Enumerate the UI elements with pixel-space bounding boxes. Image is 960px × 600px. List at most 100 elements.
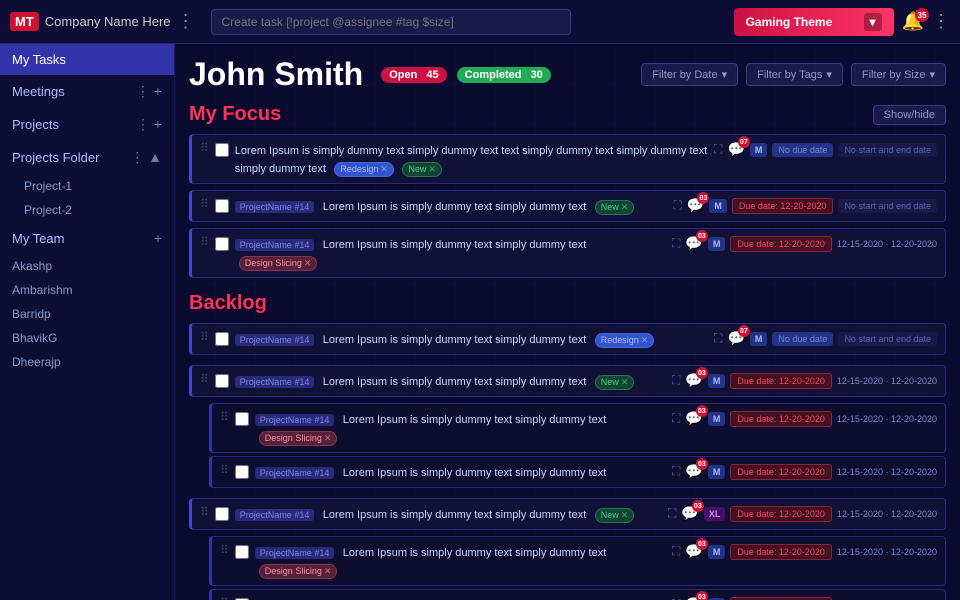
sidebar-item-my-team[interactable]: My Team + bbox=[0, 222, 174, 254]
comment-badge: 03 bbox=[696, 367, 708, 379]
task-checkbox[interactable] bbox=[215, 237, 229, 251]
expand-icon[interactable]: ⛶ bbox=[672, 544, 680, 559]
comment-icon[interactable]: 💬 03 bbox=[685, 235, 702, 252]
tag-close-icon[interactable]: ✕ bbox=[641, 335, 649, 346]
drag-handle-icon[interactable]: ⠿ bbox=[200, 235, 209, 249]
task-row-sub: ⠿ ProjectName #14 Lorem Ipsum is simply … bbox=[209, 456, 946, 488]
my-focus-title: My Focus bbox=[189, 103, 281, 126]
sidebar-team-add-icon[interactable]: + bbox=[154, 230, 162, 246]
comment-icon[interactable]: 💬 03 bbox=[685, 596, 702, 600]
tag-close-icon[interactable]: ✕ bbox=[324, 566, 332, 577]
drag-handle-icon[interactable]: ⠿ bbox=[200, 330, 209, 344]
filter-date-button[interactable]: Filter by Date ▾ bbox=[641, 63, 738, 86]
sidebar-item-projects[interactable]: Projects ⋮ + bbox=[0, 108, 174, 141]
due-date-badge: Due date: 12-20-2020 bbox=[730, 544, 832, 560]
drag-handle-icon[interactable]: ⠿ bbox=[200, 372, 209, 386]
tag-redesign: Redesign ✕ bbox=[334, 162, 394, 177]
task-checkbox[interactable] bbox=[215, 332, 229, 346]
comment-badge: 03 bbox=[692, 500, 704, 512]
show-hide-button[interactable]: Show/hide bbox=[873, 105, 946, 125]
priority-badge: M bbox=[708, 374, 726, 388]
task-row: ⠿ ProjectName #14 Lorem Ipsum is simply … bbox=[189, 228, 946, 278]
drag-handle-icon[interactable]: ⠿ bbox=[220, 463, 229, 477]
backlog-group-3: ⠿ ProjectName #14 Lorem Ipsum is simply … bbox=[189, 498, 946, 600]
drag-handle-icon[interactable]: ⠿ bbox=[220, 410, 229, 424]
comment-icon[interactable]: 💬 03 bbox=[685, 372, 702, 389]
tag-design-slicing: Design Slicing ✕ bbox=[259, 431, 338, 446]
drag-handle-icon[interactable]: ⠿ bbox=[200, 141, 209, 155]
sidebar-item-projects-folder[interactable]: Projects Folder ⋮ ▲ bbox=[0, 141, 174, 174]
backlog-title: Backlog bbox=[189, 292, 267, 315]
expand-icon[interactable]: ⛶ bbox=[672, 464, 680, 479]
sidebar-team-member-1[interactable]: Ambarishm bbox=[0, 278, 174, 302]
task-actions: ⛶ 💬 03 M Due date: 12-20-2020 12-15-2020… bbox=[672, 543, 937, 560]
tag-close-icon[interactable]: ✕ bbox=[621, 377, 629, 388]
topbar-more-icon[interactable]: ⋮ bbox=[932, 11, 950, 32]
drag-handle-icon[interactable]: ⠿ bbox=[200, 505, 209, 519]
task-checkbox[interactable] bbox=[235, 465, 249, 479]
comment-icon[interactable]: 💬 07 bbox=[727, 330, 744, 347]
task-actions: ⛶ 💬 03 M Due date: 12-20-2020 No start a… bbox=[674, 197, 937, 214]
expand-icon[interactable]: ⛶ bbox=[672, 373, 680, 388]
comment-icon[interactable]: 💬 03 bbox=[687, 197, 704, 214]
tag-close-icon[interactable]: ✕ bbox=[621, 510, 629, 521]
task-row: ⠿ ProjectName #14 Lorem Ipsum is simply … bbox=[189, 498, 946, 530]
drag-handle-icon[interactable]: ⠿ bbox=[220, 596, 229, 600]
sidebar-team-member-3[interactable]: BhavikG bbox=[0, 326, 174, 350]
tag-new: New ✕ bbox=[595, 200, 635, 215]
tag-close-icon[interactable]: ✕ bbox=[324, 433, 332, 444]
expand-icon[interactable]: ⛶ bbox=[714, 142, 722, 157]
header-filters: Filter by Date ▾ Filter by Tags ▾ Filter… bbox=[641, 63, 946, 86]
tag-new: New ✕ bbox=[595, 508, 635, 523]
comment-badge: 03 bbox=[696, 458, 708, 470]
theme-select[interactable]: Gaming Theme ▾ bbox=[734, 8, 894, 36]
task-text: Lorem Ipsum is simply dummy text simply … bbox=[343, 414, 606, 426]
filter-tags-button[interactable]: Filter by Tags ▾ bbox=[746, 63, 843, 86]
expand-icon[interactable]: ⛶ bbox=[672, 411, 680, 426]
content-header: John Smith Open 45 Completed 30 Filter b… bbox=[189, 56, 946, 93]
expand-icon[interactable]: ⛶ bbox=[668, 506, 676, 521]
sidebar-meetings-label: Meetings bbox=[12, 84, 130, 99]
project-tag: ProjectName #14 bbox=[235, 334, 315, 346]
task-text: Lorem Ipsum is simply dummy text simply … bbox=[323, 334, 586, 346]
tag-close-icon[interactable]: ✕ bbox=[380, 164, 388, 175]
expand-icon[interactable]: ⛶ bbox=[714, 331, 722, 346]
comment-icon[interactable]: 💬 03 bbox=[685, 463, 702, 480]
priority-badge: M bbox=[708, 465, 726, 479]
task-checkbox[interactable] bbox=[215, 374, 229, 388]
task-input[interactable] bbox=[211, 9, 571, 35]
sidebar-team-member-0[interactable]: Akashp bbox=[0, 254, 174, 278]
comment-icon[interactable]: 💬 03 bbox=[681, 505, 698, 522]
sidebar-subitem-project2[interactable]: Project-2 bbox=[0, 198, 174, 222]
task-checkbox[interactable] bbox=[215, 199, 229, 213]
task-checkbox[interactable] bbox=[235, 412, 249, 426]
expand-icon[interactable]: ⛶ bbox=[672, 236, 680, 251]
task-checkbox[interactable] bbox=[215, 143, 229, 157]
sidebar-subitem-project1[interactable]: Project-1 bbox=[0, 174, 174, 198]
expand-icon[interactable]: ⛶ bbox=[674, 198, 682, 213]
sidebar-item-meetings[interactable]: Meetings ⋮ + bbox=[0, 75, 174, 108]
comment-badge: 03 bbox=[696, 405, 708, 417]
tag-close-icon[interactable]: ✕ bbox=[428, 164, 436, 175]
drag-handle-icon[interactable]: ⠿ bbox=[220, 543, 229, 557]
tag-close-icon[interactable]: ✕ bbox=[621, 202, 629, 213]
sidebar-item-my-tasks[interactable]: My Tasks bbox=[0, 44, 174, 75]
drag-handle-icon[interactable]: ⠿ bbox=[200, 197, 209, 211]
notification-button[interactable]: 🔔 35 bbox=[902, 11, 924, 32]
task-checkbox[interactable] bbox=[215, 507, 229, 521]
comment-icon[interactable]: 💬 03 bbox=[685, 543, 702, 560]
sidebar-team-member-4[interactable]: Dheerajp bbox=[0, 350, 174, 374]
sidebar-team-member-2[interactable]: Barridp bbox=[0, 302, 174, 326]
task-checkbox[interactable] bbox=[235, 545, 249, 559]
tag-new: New ✕ bbox=[595, 375, 635, 390]
topbar-menu-icon[interactable]: ⋮ bbox=[177, 11, 195, 32]
task-actions: ⛶ 💬 07 M No due date No start and end da… bbox=[714, 330, 937, 347]
backlog-header: Backlog bbox=[189, 292, 946, 315]
task-content: ProjectName #14 Lorem Ipsum is simply du… bbox=[235, 235, 666, 271]
priority-badge: M bbox=[750, 143, 768, 157]
comment-icon[interactable]: 💬 03 bbox=[685, 410, 702, 427]
filter-size-button[interactable]: Filter by Size ▾ bbox=[851, 63, 946, 86]
date-range-badge: 12-15-2020 · 12-20-2020 bbox=[837, 239, 937, 249]
tag-close-icon[interactable]: ✕ bbox=[304, 258, 312, 269]
comment-icon[interactable]: 💬 07 bbox=[727, 141, 744, 158]
